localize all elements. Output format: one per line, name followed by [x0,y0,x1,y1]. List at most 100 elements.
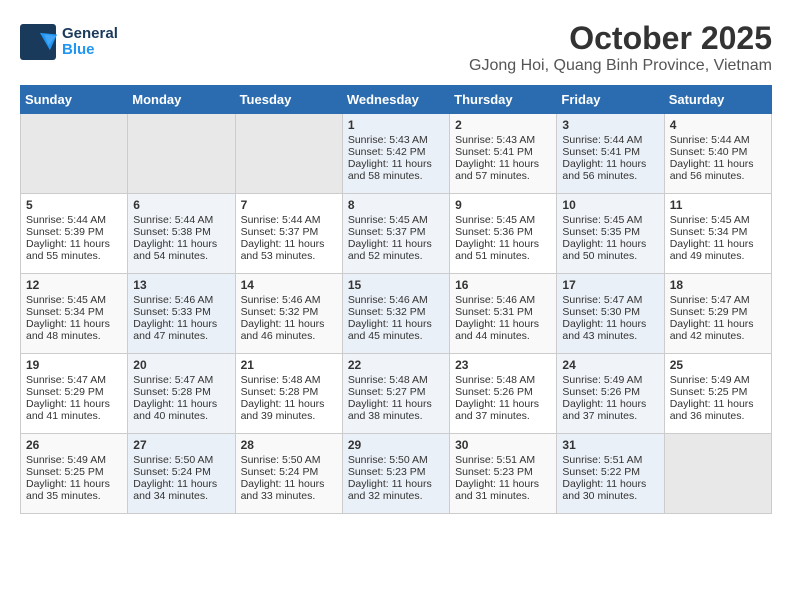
day-info-line: Daylight: 11 hours [348,478,444,490]
day-info-line: and 30 minutes. [562,490,658,502]
day-info-line: and 36 minutes. [670,410,766,422]
day-info-line: Sunrise: 5:46 AM [348,294,444,306]
day-info-line: Daylight: 11 hours [670,398,766,410]
day-cell: 4Sunrise: 5:44 AMSunset: 5:40 PMDaylight… [664,114,771,194]
day-info-line: Sunset: 5:42 PM [348,146,444,158]
col-monday: Monday [128,86,235,114]
calendar-subtitle: GJong Hoi, Quang Binh Province, Vietnam [20,57,772,75]
day-number: 15 [348,278,444,292]
day-info-line: Sunrise: 5:44 AM [562,134,658,146]
day-cell: 26Sunrise: 5:49 AMSunset: 5:25 PMDayligh… [21,434,128,514]
day-cell: 29Sunrise: 5:50 AMSunset: 5:23 PMDayligh… [342,434,449,514]
day-number: 7 [241,198,337,212]
day-info-line: Daylight: 11 hours [348,318,444,330]
day-cell: 1Sunrise: 5:43 AMSunset: 5:42 PMDaylight… [342,114,449,194]
week-row-3: 12Sunrise: 5:45 AMSunset: 5:34 PMDayligh… [21,274,772,354]
day-info-line: Sunset: 5:36 PM [455,226,551,238]
day-cell: 13Sunrise: 5:46 AMSunset: 5:33 PMDayligh… [128,274,235,354]
day-info-line: Daylight: 11 hours [26,318,122,330]
day-info-line: Daylight: 11 hours [241,318,337,330]
day-info-line: Sunrise: 5:44 AM [133,214,229,226]
day-info-line: Sunset: 5:41 PM [455,146,551,158]
day-number: 6 [133,198,229,212]
day-info-line: Daylight: 11 hours [455,398,551,410]
week-row-1: 1Sunrise: 5:43 AMSunset: 5:42 PMDaylight… [21,114,772,194]
day-number: 13 [133,278,229,292]
day-info-line: Daylight: 11 hours [562,158,658,170]
day-info-line: and 42 minutes. [670,330,766,342]
day-info-line: and 31 minutes. [455,490,551,502]
day-info-line: Sunset: 5:27 PM [348,386,444,398]
day-number: 29 [348,438,444,452]
day-info-line: Sunset: 5:31 PM [455,306,551,318]
day-info-line: Sunset: 5:37 PM [241,226,337,238]
day-cell: 2Sunrise: 5:43 AMSunset: 5:41 PMDaylight… [450,114,557,194]
calendar-title: October 2025 [20,20,772,57]
day-number: 9 [455,198,551,212]
day-info-line: Sunset: 5:23 PM [348,466,444,478]
day-info-line: Sunrise: 5:48 AM [348,374,444,386]
day-info-line: Sunset: 5:35 PM [562,226,658,238]
day-info-line: and 38 minutes. [348,410,444,422]
day-number: 27 [133,438,229,452]
day-cell [664,434,771,514]
day-number: 1 [348,118,444,132]
day-info-line: Sunrise: 5:49 AM [670,374,766,386]
day-info-line: Sunset: 5:25 PM [670,386,766,398]
col-saturday: Saturday [664,86,771,114]
day-info-line: Daylight: 11 hours [670,158,766,170]
day-cell: 15Sunrise: 5:46 AMSunset: 5:32 PMDayligh… [342,274,449,354]
day-cell: 21Sunrise: 5:48 AMSunset: 5:28 PMDayligh… [235,354,342,434]
day-number: 16 [455,278,551,292]
page-header: General Blue October 2025 GJong Hoi, Qua… [20,20,772,85]
day-number: 20 [133,358,229,372]
day-info-line: Sunset: 5:29 PM [670,306,766,318]
day-info-line: Daylight: 11 hours [348,158,444,170]
day-number: 5 [26,198,122,212]
day-info-line: and 43 minutes. [562,330,658,342]
day-cell: 17Sunrise: 5:47 AMSunset: 5:30 PMDayligh… [557,274,664,354]
day-info-line: Daylight: 11 hours [455,478,551,490]
day-number: 18 [670,278,766,292]
day-info-line: Sunrise: 5:48 AM [241,374,337,386]
day-info-line: Sunrise: 5:44 AM [241,214,337,226]
day-info-line: Sunrise: 5:50 AM [241,454,337,466]
day-info-line: Sunrise: 5:46 AM [241,294,337,306]
day-info-line: Sunrise: 5:51 AM [455,454,551,466]
day-info-line: Sunrise: 5:48 AM [455,374,551,386]
day-info-line: and 56 minutes. [562,170,658,182]
day-info-line: Sunset: 5:39 PM [26,226,122,238]
day-info-line: Daylight: 11 hours [670,318,766,330]
day-info-line: Daylight: 11 hours [562,238,658,250]
calendar-table: Sunday Monday Tuesday Wednesday Thursday… [20,85,772,514]
day-cell: 9Sunrise: 5:45 AMSunset: 5:36 PMDaylight… [450,194,557,274]
day-info-line: Daylight: 11 hours [348,398,444,410]
col-tuesday: Tuesday [235,86,342,114]
day-info-line: and 49 minutes. [670,250,766,262]
days-of-week-row: Sunday Monday Tuesday Wednesday Thursday… [21,86,772,114]
day-info-line: Daylight: 11 hours [562,398,658,410]
day-info-line: Daylight: 11 hours [26,238,122,250]
day-info-line: Daylight: 11 hours [241,478,337,490]
day-number: 23 [455,358,551,372]
day-number: 2 [455,118,551,132]
day-cell: 19Sunrise: 5:47 AMSunset: 5:29 PMDayligh… [21,354,128,434]
day-cell: 25Sunrise: 5:49 AMSunset: 5:25 PMDayligh… [664,354,771,434]
day-info-line: and 47 minutes. [133,330,229,342]
day-info-line: and 56 minutes. [670,170,766,182]
day-number: 31 [562,438,658,452]
day-info-line: and 58 minutes. [348,170,444,182]
day-info-line: Sunrise: 5:49 AM [26,454,122,466]
day-info-line: and 55 minutes. [26,250,122,262]
day-number: 11 [670,198,766,212]
day-cell: 28Sunrise: 5:50 AMSunset: 5:24 PMDayligh… [235,434,342,514]
day-info-line: Sunset: 5:37 PM [348,226,444,238]
day-number: 24 [562,358,658,372]
day-info-line: Sunrise: 5:51 AM [562,454,658,466]
day-cell: 12Sunrise: 5:45 AMSunset: 5:34 PMDayligh… [21,274,128,354]
day-number: 14 [241,278,337,292]
day-info-line: and 45 minutes. [348,330,444,342]
day-info-line: and 32 minutes. [348,490,444,502]
day-cell [235,114,342,194]
day-cell [128,114,235,194]
